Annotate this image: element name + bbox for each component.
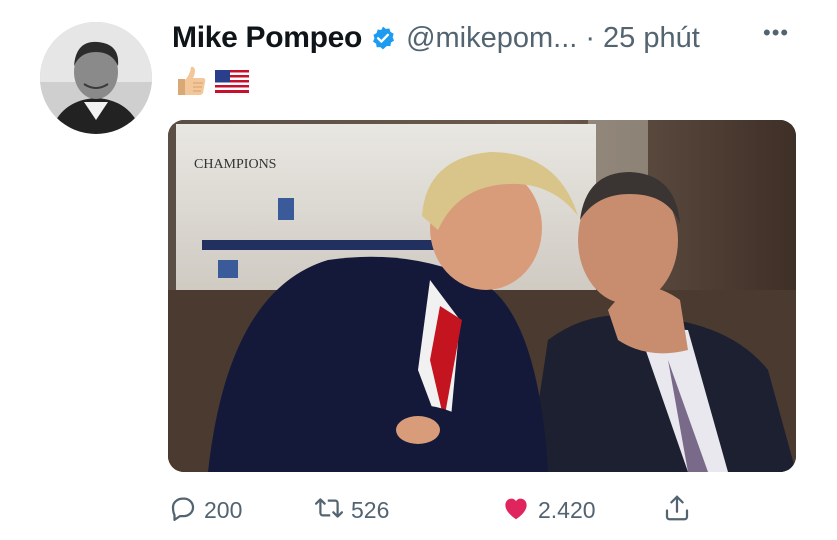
retweet-button[interactable]: 526 xyxy=(313,490,389,530)
verified-badge-icon xyxy=(370,25,396,51)
reply-button[interactable]: 200 xyxy=(168,490,242,530)
author-name[interactable]: Mike Pompeo xyxy=(172,21,362,55)
separator-dot: · xyxy=(585,21,596,54)
share-icon xyxy=(662,493,692,528)
photo-image: CHAMPIONS xyxy=(168,120,796,472)
tweet-photo[interactable]: CHAMPIONS xyxy=(168,120,796,472)
tweet-timestamp[interactable]: 25 phút xyxy=(603,22,700,55)
more-options-icon[interactable]: ••• xyxy=(763,20,789,46)
like-button[interactable]: 2.420 xyxy=(500,490,596,530)
author-handle[interactable]: @mikepom... xyxy=(406,22,577,55)
heart-icon xyxy=(500,493,532,528)
thumbs-up-icon xyxy=(172,63,208,99)
retweet-count: 526 xyxy=(351,496,390,523)
tweet-header: Mike Pompeo @mikepom... · 25 phút xyxy=(172,18,700,58)
author-avatar[interactable] xyxy=(40,22,152,134)
avatar-photo xyxy=(40,22,152,134)
svg-text:CHAMPIONS: CHAMPIONS xyxy=(194,157,276,172)
us-flag-icon xyxy=(214,63,250,99)
like-count: 2.420 xyxy=(538,496,596,523)
tweet-text xyxy=(172,62,250,100)
tweet-actions: 200 526 2.420 xyxy=(168,490,708,530)
share-button[interactable] xyxy=(662,490,692,530)
reply-count: 200 xyxy=(204,496,243,523)
reply-icon xyxy=(168,493,198,528)
retweet-icon xyxy=(313,493,345,528)
